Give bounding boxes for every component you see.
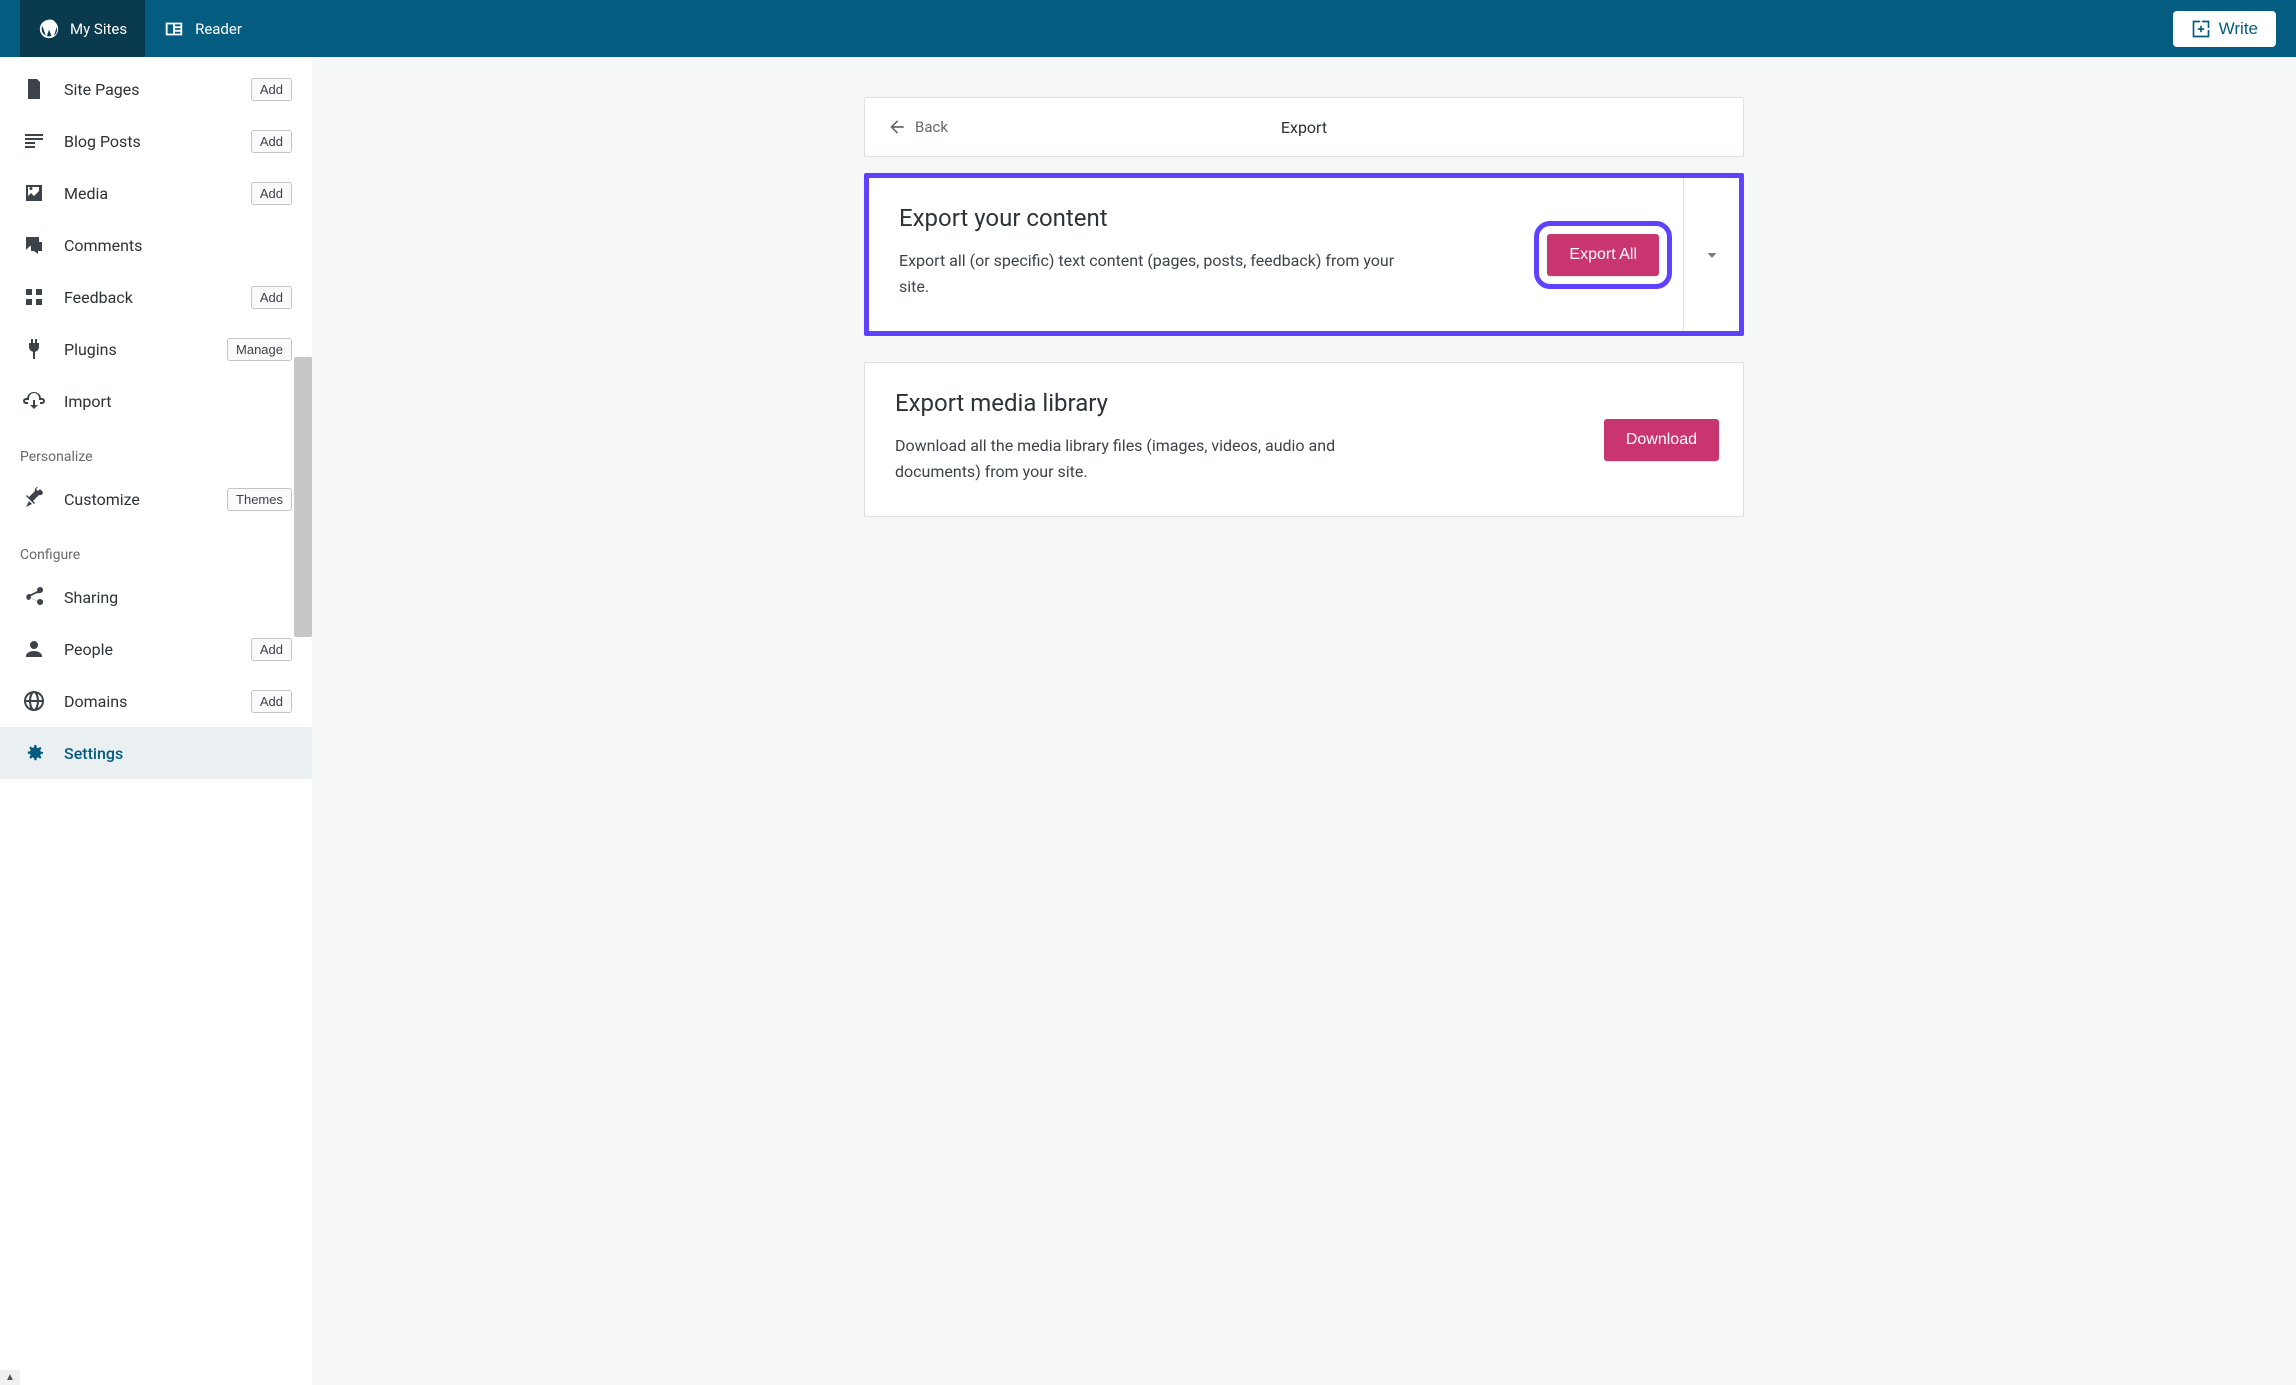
chevron-down-icon	[1701, 244, 1723, 266]
back-button[interactable]: Back	[865, 117, 970, 137]
sidebar-item-label: Sharing	[64, 588, 298, 607]
sidebar-item-label: Settings	[64, 744, 298, 763]
download-button[interactable]: Download	[1604, 419, 1719, 461]
wordpress-logo-icon	[38, 18, 60, 40]
sidebar-item-import[interactable]: Import	[0, 375, 312, 427]
import-icon	[22, 389, 46, 413]
add-button[interactable]: Add	[251, 130, 292, 153]
sidebar-item-comments[interactable]: Comments	[0, 219, 312, 271]
add-button[interactable]: Add	[251, 638, 292, 661]
export-media-panel: Export media library Download all the me…	[864, 362, 1744, 517]
posts-icon	[22, 129, 46, 153]
expand-toggle[interactable]	[1683, 178, 1739, 331]
arrow-left-icon	[887, 117, 907, 137]
write-icon	[2191, 19, 2211, 39]
manage-button[interactable]: Manage	[227, 338, 292, 361]
scroll-up-arrow-icon[interactable]: ▲	[5, 1370, 15, 1385]
add-button[interactable]: Add	[251, 690, 292, 713]
sidebar-item-settings[interactable]: Settings	[0, 727, 312, 779]
masterbar-left: My Sites Reader	[20, 0, 260, 57]
export-content-panel: Export your content Export all (or speci…	[864, 173, 1744, 336]
feedback-icon	[22, 285, 46, 309]
customize-icon	[22, 487, 46, 511]
sidebar-item-label: Blog Posts	[64, 132, 233, 151]
write-button[interactable]: Write	[2173, 11, 2276, 47]
media-icon	[22, 181, 46, 205]
layout: Site Pages Add Blog Posts Add Media Add …	[0, 57, 2296, 1385]
sidebar-item-sharing[interactable]: Sharing	[0, 571, 312, 623]
masterbar: My Sites Reader Write	[0, 0, 2296, 57]
main-content: Back Export Export your content Export a…	[312, 57, 2296, 1385]
sidebar-item-media[interactable]: Media Add	[0, 167, 312, 219]
sidebar-item-site-pages[interactable]: Site Pages Add	[0, 63, 312, 115]
panel-title: Export your content	[899, 204, 1493, 232]
sidebar-item-label: Plugins	[64, 340, 209, 359]
sidebar-item-label: Customize	[64, 490, 209, 509]
scrollbar-thumb[interactable]	[294, 357, 312, 637]
sidebar-item-feedback[interactable]: Feedback Add	[0, 271, 312, 323]
sidebar-item-blog-posts[interactable]: Blog Posts Add	[0, 115, 312, 167]
sidebar-item-label: Media	[64, 184, 233, 203]
sidebar-item-plugins[interactable]: Plugins Manage	[0, 323, 312, 375]
sidebar-item-domains[interactable]: Domains Add	[0, 675, 312, 727]
sidebar-heading-configure: Configure	[0, 525, 312, 571]
sidebar-item-label: Import	[64, 392, 298, 411]
settings-icon	[22, 741, 46, 765]
sidebar-wrap: Site Pages Add Blog Posts Add Media Add …	[0, 57, 312, 1385]
sidebar-item-label: Feedback	[64, 288, 233, 307]
sidebar-item-label: Comments	[64, 236, 298, 255]
page-header: Back Export	[864, 97, 1744, 157]
sidebar-item-label: Site Pages	[64, 80, 233, 99]
masterbar-my-sites[interactable]: My Sites	[20, 0, 145, 57]
domains-icon	[22, 689, 46, 713]
masterbar-reader-label: Reader	[195, 20, 242, 38]
themes-button[interactable]: Themes	[227, 488, 292, 511]
sidebar-item-people[interactable]: People Add	[0, 623, 312, 675]
export-all-button[interactable]: Export All	[1547, 234, 1659, 276]
plugins-icon	[22, 337, 46, 361]
sharing-icon	[22, 585, 46, 609]
comments-icon	[22, 233, 46, 257]
sidebar-heading-personalize: Personalize	[0, 427, 312, 473]
add-button[interactable]: Add	[251, 182, 292, 205]
panel-description: Download all the media library files (im…	[895, 433, 1415, 484]
back-label: Back	[915, 118, 948, 136]
masterbar-my-sites-label: My Sites	[70, 20, 127, 38]
people-icon	[22, 637, 46, 661]
write-button-label: Write	[2219, 19, 2258, 39]
add-button[interactable]: Add	[251, 286, 292, 309]
sidebar[interactable]: Site Pages Add Blog Posts Add Media Add …	[0, 57, 312, 1370]
panel-title: Export media library	[895, 389, 1550, 417]
panel-description: Export all (or specific) text content (p…	[899, 248, 1419, 299]
sidebar-item-customize[interactable]: Customize Themes	[0, 473, 312, 525]
page-title: Export	[1281, 118, 1327, 137]
sidebar-item-label: Domains	[64, 692, 233, 711]
add-button[interactable]: Add	[251, 78, 292, 101]
sidebar-item-label: People	[64, 640, 233, 659]
reader-icon	[163, 18, 185, 40]
sidebar-scrollbar[interactable]: ▲	[0, 1370, 20, 1385]
masterbar-reader[interactable]: Reader	[145, 0, 260, 57]
pages-icon	[22, 77, 46, 101]
